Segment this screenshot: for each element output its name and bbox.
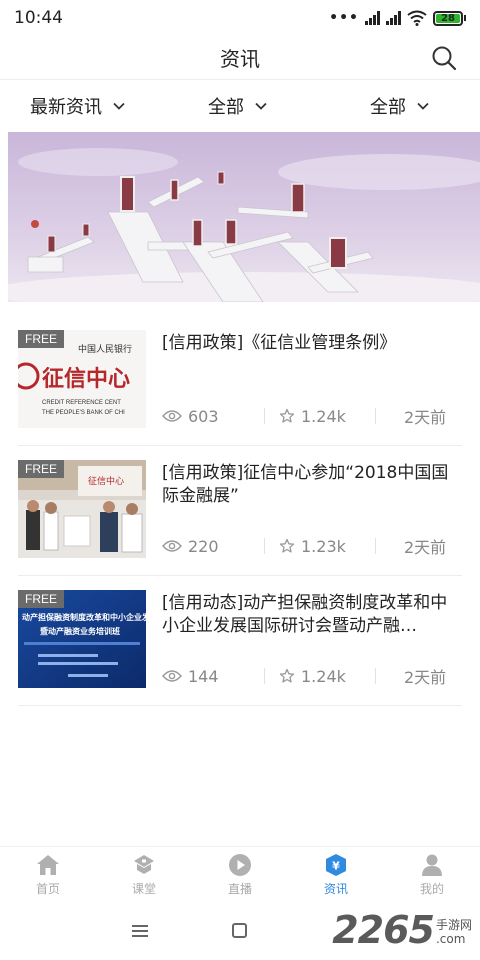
tab-label: 我的 [419,881,444,896]
free-badge: FREE [18,460,64,478]
signal-icon-1 [365,11,380,25]
news-item[interactable]: 征信中心 FREE [信用政策]征信中心参加“2018中国国际金融展” 220 [18,446,462,576]
favorite-count-value: 1.24k [301,406,346,426]
news-item[interactable]: 动产担保融资制度改革和中小企业发展国际研讨会 暨动产融资业务培训班 FREE [… [18,576,462,706]
banner-carousel[interactable] [8,132,480,302]
divider [375,538,376,554]
filter-label: 全部 [208,97,244,118]
status-bar: 10:44 ••• 28 [0,0,480,36]
bottom-tab-bar: 首页 课堂 直播 ¥ 资讯 我的 [0,846,480,902]
signal-icon-2 [386,11,401,25]
favorite-count-value: 1.23k [301,536,346,556]
more-dots-icon: ••• [329,10,359,26]
publish-time: 2天前 [404,538,447,557]
publish-time: 2天前 [404,408,447,427]
filter-category-dropdown[interactable]: 最新资讯 [30,93,126,119]
filter-type-dropdown[interactable]: 全部 [208,93,268,119]
news-title: [信用政策]《征信业管理条例》 [162,333,397,353]
news-meta: 144 1.24k 2天前 [162,664,462,688]
news-title: [信用政策]征信中心参加“2018中国国际金融展” [162,463,449,506]
eye-icon [162,410,182,422]
watermark-text: 手游网 [435,918,472,932]
divider [264,538,265,554]
classroom-icon [134,854,154,874]
battery-icon: 28 [433,10,466,26]
tab-home[interactable]: 首页 [0,847,96,902]
tab-classroom[interactable]: 课堂 [96,847,192,902]
thumb-title: 征信中心 [42,366,130,392]
svg-text:¥: ¥ [332,859,340,872]
favorite-count: 1.24k [279,407,375,426]
star-icon [279,408,295,423]
news-list: 中国人民银行 征信中心 CREDIT REFERENCE CENT THE PE… [18,316,462,706]
divider [264,408,265,424]
thumb-title: 动产担保融资制度改革和中小企业发展国际研讨会 [22,612,146,622]
profile-icon [422,854,442,876]
news-meta: 220 1.23k 2天前 [162,534,462,558]
search-icon[interactable] [430,44,458,72]
watermark-domain: .com [435,932,466,946]
divider [375,408,376,424]
battery-level: 28 [436,13,460,24]
news-item[interactable]: 中国人民银行 征信中心 CREDIT REFERENCE CENT THE PE… [18,316,462,446]
watermark-logo: 2265 手游网 .com [332,908,472,952]
watermark-number: 2265 [332,908,435,952]
banner-image [8,132,480,302]
tab-label: 直播 [227,881,252,896]
divider [264,668,265,684]
thumb-caption: CREDIT REFERENCE CENT [42,400,121,406]
divider [375,668,376,684]
status-time: 10:44 [14,8,63,28]
home-button-icon[interactable] [232,923,247,938]
tab-news[interactable]: ¥ 资讯 [288,847,384,902]
favorite-count: 1.23k [279,537,375,556]
free-badge: FREE [18,330,64,348]
thumb-title: 征信中心 [88,475,124,487]
star-icon [279,668,295,683]
thumb-caption: THE PEOPLE'S BANK OF CHI [42,410,125,416]
page-title: 资讯 [220,47,260,71]
view-count-value: 144 [188,666,219,686]
star-icon [279,538,295,553]
thumb-subtitle: 中国人民银行 [78,343,132,355]
menu-icon[interactable] [132,924,148,938]
view-count: 220 [162,537,264,556]
filter-label: 全部 [370,97,406,118]
tab-profile[interactable]: 我的 [384,847,480,902]
news-meta: 603 1.24k 2天前 [162,404,462,428]
publish-time: 2天前 [404,668,447,687]
eye-icon [162,540,182,552]
filter-bar: 最新资讯 全部 全部 [0,82,480,130]
eye-icon [162,670,182,682]
thumb-subtitle: 暨动产融资业务培训班 [40,626,120,636]
chevron-down-icon [417,102,429,110]
status-icons: ••• 28 [329,10,466,26]
tab-live[interactable]: 直播 [192,847,288,902]
view-count-value: 603 [188,406,219,426]
tab-label: 首页 [35,881,60,896]
tab-label: 课堂 [131,881,156,896]
live-icon [229,853,251,876]
filter-scope-dropdown[interactable]: 全部 [370,93,430,119]
view-count: 603 [162,407,264,426]
favorite-count: 1.24k [279,667,375,686]
home-icon [37,854,59,875]
system-nav-bar: 2265 手游网 .com [0,902,480,960]
title-bar: 资讯 [0,36,480,80]
free-badge: FREE [18,590,64,608]
view-count: 144 [162,667,264,686]
news-icon: ¥ [326,853,346,876]
news-title: [信用动态]动产担保融资制度改革和中小企业发展国际研讨会暨动产融… [162,593,448,636]
favorite-count-value: 1.24k [301,666,346,686]
filter-label: 最新资讯 [30,97,102,118]
wifi-icon [407,10,427,26]
view-count-value: 220 [188,536,219,556]
tab-label: 资讯 [323,881,348,896]
chevron-down-icon [113,102,125,110]
chevron-down-icon [255,102,267,110]
